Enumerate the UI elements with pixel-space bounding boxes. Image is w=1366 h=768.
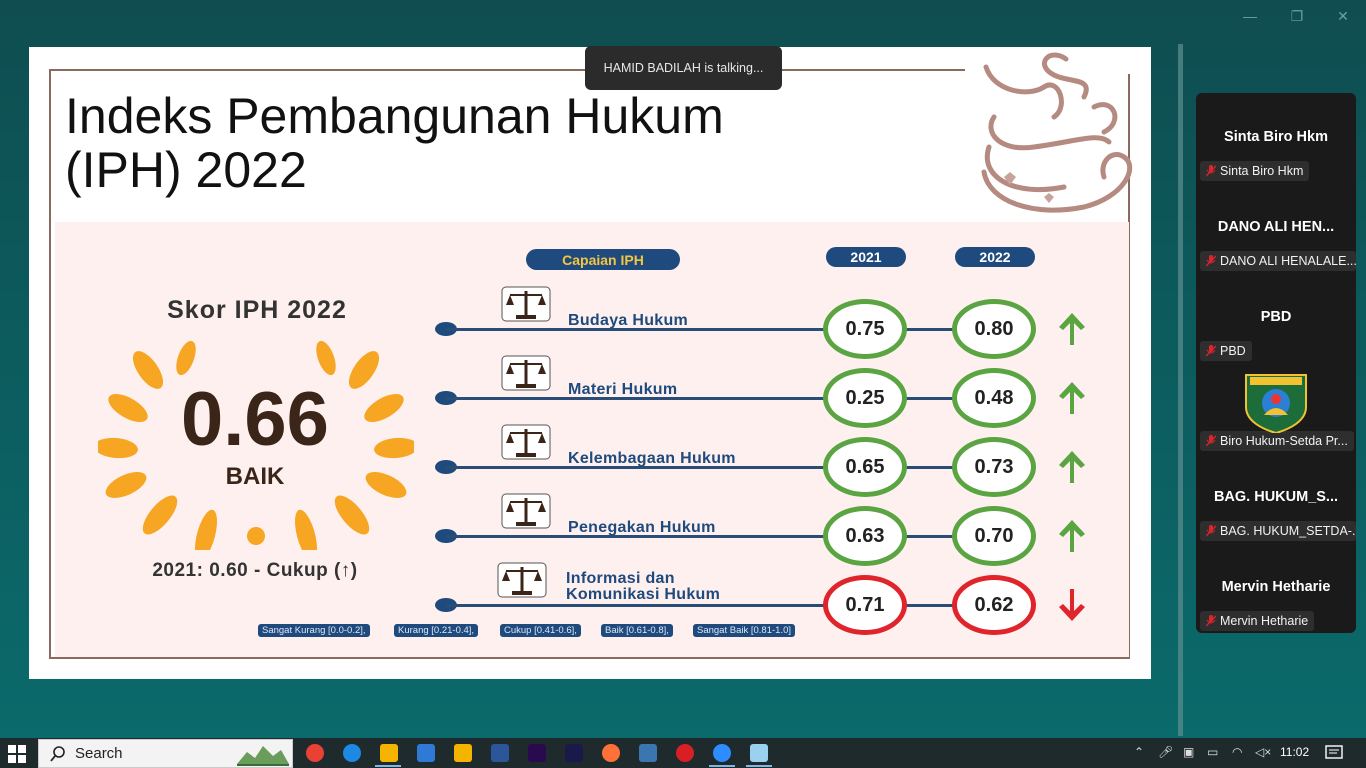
notepad-icon[interactable] xyxy=(750,744,768,762)
value-2022: 0.48 xyxy=(952,368,1036,428)
value-2022: 0.80 xyxy=(952,299,1036,359)
search-label: Search xyxy=(75,745,123,762)
zoom-icon[interactable] xyxy=(713,744,731,762)
panel-divider[interactable] xyxy=(1178,44,1183,736)
score-value: 0.66 xyxy=(181,377,329,462)
legend-item: Cukup [0.41-0.6], xyxy=(500,624,581,637)
value-2021: 0.25 xyxy=(823,368,907,428)
row-line xyxy=(905,397,957,400)
value-2021: 0.75 xyxy=(823,299,907,359)
participant-tag[interactable]: Biro Hukum-Setda Pr... xyxy=(1200,431,1354,451)
header-2021: 2021 xyxy=(826,247,906,267)
header-2022: 2022 xyxy=(955,247,1035,267)
row-label: Informasi dan Komunikasi Hukum xyxy=(566,570,721,603)
participant-tag[interactable]: Mervin Hetharie xyxy=(1200,611,1315,631)
windows-start-icon[interactable] xyxy=(8,745,26,763)
papua-barat-daya-emblem-icon xyxy=(1245,374,1307,433)
store-icon[interactable] xyxy=(417,744,435,762)
muted-mic-icon xyxy=(1206,165,1216,177)
justice-shield-icon xyxy=(501,493,551,529)
opera-icon[interactable] xyxy=(676,744,694,762)
notifications-icon[interactable] xyxy=(1325,745,1343,761)
running-indicator xyxy=(746,765,772,767)
value-2022: 0.73 xyxy=(952,437,1036,497)
scales-icon xyxy=(501,286,551,322)
muted-mic-icon xyxy=(1206,525,1216,537)
after-effects-icon[interactable] xyxy=(565,744,583,762)
participant-gallery: Sinta Biro Hkm Sinta Biro Hkm DANO ALI HE… xyxy=(1196,93,1356,633)
muted-mic-icon xyxy=(1206,615,1216,627)
close-icon[interactable]: ✕ xyxy=(1333,8,1353,25)
running-indicator xyxy=(375,765,401,767)
trend-up-arrow-icon xyxy=(1059,382,1085,414)
talking-indicator: HAMID BADILAH is talking... xyxy=(585,46,782,90)
slide-title: Indeks Pembangunan Hukum (IPH) 2022 xyxy=(65,88,724,198)
volume-icon[interactable]: ◁× xyxy=(1255,745,1271,759)
participant-name: BAG. HUKUM_S... xyxy=(1213,489,1339,505)
row-line xyxy=(905,466,957,469)
trend-up-arrow-icon xyxy=(1059,520,1085,552)
participant-name: PBD xyxy=(1260,309,1292,325)
wifi-icon[interactable]: ◠ xyxy=(1232,745,1242,759)
row-line xyxy=(905,328,957,331)
firefox-icon[interactable] xyxy=(602,744,620,762)
muted-mic-icon xyxy=(1206,345,1216,357)
edge-icon[interactable] xyxy=(343,744,361,762)
trend-up-arrow-icon xyxy=(1059,313,1085,345)
score-label: BAIK xyxy=(225,463,285,490)
battery-icon[interactable]: ▭ xyxy=(1207,745,1218,759)
muted-mic-icon xyxy=(1206,255,1216,267)
value-2022: 0.70 xyxy=(952,506,1036,566)
row-line xyxy=(905,604,957,607)
row-label: Materi Hukum xyxy=(568,381,678,398)
row-label: Penegakan Hukum xyxy=(568,519,716,536)
coffee-cup-decoration-icon xyxy=(981,52,1133,213)
gavel-globe-icon xyxy=(497,562,547,598)
header-capaian: Capaian IPH xyxy=(526,249,680,270)
participant-tag[interactable]: Sinta Biro Hkm xyxy=(1200,161,1310,181)
media-player-icon[interactable] xyxy=(454,744,472,762)
legend-item: Kurang [0.21-0.4], xyxy=(394,624,479,637)
value-2021: 0.71 xyxy=(823,575,907,635)
institution-building-icon xyxy=(501,424,551,460)
trend-up-arrow-icon xyxy=(1059,451,1085,483)
value-2021: 0.65 xyxy=(823,437,907,497)
skor-title: Skor IPH 2022 xyxy=(167,296,347,324)
legend-item: Sangat Kurang [0.0-0.2], xyxy=(258,624,370,637)
participant-name: Sinta Biro Hkm xyxy=(1224,129,1328,145)
microphone-icon[interactable]: 🎤︎ xyxy=(1158,745,1173,759)
clock[interactable]: 11:02 xyxy=(1280,745,1309,759)
restore-icon[interactable]: ❐ xyxy=(1287,8,1307,25)
search-highlight-icon xyxy=(237,746,289,766)
value-2021: 0.63 xyxy=(823,506,907,566)
word-icon[interactable] xyxy=(491,744,509,762)
value-2022: 0.62 xyxy=(952,575,1036,635)
minimize-icon[interactable]: — xyxy=(1240,8,1260,24)
previous-score: 2021: 0.60 - Cukup (↑) xyxy=(152,560,358,581)
row-label: Budaya Hukum xyxy=(568,312,689,329)
file-explorer-icon[interactable] xyxy=(380,744,398,762)
search-icon xyxy=(50,746,65,762)
chrome-icon[interactable] xyxy=(306,744,324,762)
running-indicator xyxy=(709,765,735,767)
row-label: Kelembagaan Hukum xyxy=(568,450,736,467)
legend-item: Sangat Baik [0.81-1.0] xyxy=(693,624,796,637)
premiere-icon[interactable] xyxy=(528,744,546,762)
chevron-up-icon[interactable]: ⌃ xyxy=(1134,745,1144,759)
participant-tag[interactable]: DANO ALI HENALALE... xyxy=(1200,251,1356,271)
trend-down-arrow-icon xyxy=(1059,589,1085,621)
legend-item: Baik [0.61-0.8], xyxy=(601,624,673,637)
row-line xyxy=(446,604,826,607)
participant-name: Mervin Hetharie xyxy=(1221,579,1331,595)
row-line xyxy=(905,535,957,538)
participant-name: DANO ALI HEN... xyxy=(1217,219,1335,235)
participant-tag[interactable]: PBD xyxy=(1200,341,1252,361)
camera-icon[interactable]: ▣ xyxy=(1183,745,1194,759)
participant-tag[interactable]: BAG. HUKUM_SETDA-... xyxy=(1200,521,1356,541)
muted-mic-icon xyxy=(1206,435,1216,447)
law-document-icon xyxy=(501,355,551,391)
python-icon[interactable] xyxy=(639,744,657,762)
